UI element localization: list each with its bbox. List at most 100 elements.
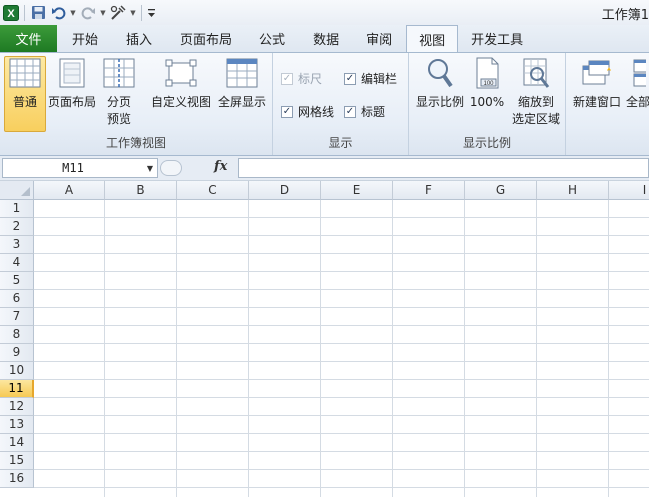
group-workbook-views: 普通 页面布局 分页 预览 自定义视图 全屏显示 工作簿视图 (0, 53, 273, 155)
formula-bar-splitter[interactable] (160, 160, 182, 176)
page-break-label-2: 预览 (106, 112, 131, 126)
zoom-100-icon: 100 (470, 57, 504, 89)
row-header[interactable]: 4 (0, 254, 34, 272)
gridline-horizontal (34, 415, 649, 416)
gridline-horizontal (34, 361, 649, 362)
row-header[interactable]: 9 (0, 344, 34, 362)
custom-views-icon (164, 57, 198, 89)
name-box-dropdown-icon[interactable]: ▼ (143, 164, 157, 173)
column-header[interactable]: C (177, 181, 249, 200)
full-screen-icon (225, 57, 259, 89)
row-header[interactable]: 8 (0, 326, 34, 344)
row-header[interactable]: 13 (0, 416, 34, 434)
name-box[interactable]: M11 ▼ (2, 158, 158, 178)
tab-insert[interactable]: 插入 (112, 25, 166, 52)
gridlines-label: 网格线 (298, 105, 335, 119)
zoom-100-label: 100% (469, 95, 505, 109)
save-icon[interactable] (29, 4, 47, 22)
new-window-button[interactable]: 新建窗口 (571, 57, 623, 111)
ruler-label: 标尺 (298, 72, 323, 86)
gridline-horizontal (34, 289, 649, 290)
column-header[interactable]: D (249, 181, 321, 200)
zoom-to-selection-button[interactable]: 缩放到 选定区域 (509, 57, 563, 128)
zoom-selection-label-2: 选定区域 (511, 112, 560, 126)
group-show: ✓ 标尺 ✓ 编辑栏 ✓ 网格线 ✓ 标题 显示 (273, 53, 409, 155)
excel-logo-icon[interactable]: X (2, 4, 20, 22)
column-header[interactable]: G (465, 181, 537, 200)
gridline-vertical (320, 200, 321, 497)
gridline-vertical (536, 200, 537, 497)
row-header[interactable]: 6 (0, 290, 34, 308)
formula-bar-checkbox[interactable]: ✓ 编辑栏 (344, 70, 397, 87)
row-header[interactable]: 11 (0, 380, 34, 398)
tab-developer[interactable]: 开发工具 (458, 25, 536, 52)
column-header[interactable]: A (34, 181, 105, 200)
zoom-100-button[interactable]: 100 100% (469, 57, 505, 111)
row-header[interactable]: 15 (0, 452, 34, 470)
worksheet-grid[interactable]: A B C D E F G H I 1 2 3 4 5 6 7 8 9 10 11 12 13 14 15 16 (0, 181, 649, 497)
full-screen-button[interactable]: 全屏显示 (215, 57, 269, 111)
redo-dropdown-icon[interactable]: ▼ (99, 4, 107, 22)
gridline-horizontal (34, 451, 649, 452)
row-header[interactable]: 3 (0, 236, 34, 254)
gridline-horizontal (34, 487, 649, 488)
headings-checkbox[interactable]: ✓ 标题 (344, 103, 385, 120)
gridline-vertical (248, 200, 249, 497)
custom-views-button[interactable]: 自定义视图 (150, 57, 212, 111)
quick-access-toolbar: X ▼ ▼ ▼ (0, 0, 156, 25)
group-label-zoom: 显示比例 (462, 136, 511, 150)
tab-formulas[interactable]: 公式 (245, 25, 299, 52)
tab-data[interactable]: 数据 (299, 25, 353, 52)
undo-icon[interactable] (49, 4, 67, 22)
gridlines-checkbox[interactable]: ✓ 网格线 (281, 103, 334, 120)
custom-views-label: 自定义视图 (150, 95, 211, 109)
redo-icon[interactable] (79, 4, 97, 22)
ribbon-tabs: 文件 开始 插入 页面布局 公式 数据 审阅 视图 开发工具 (0, 25, 649, 52)
column-header[interactable]: E (321, 181, 393, 200)
page-layout-label: 页面布局 (47, 95, 96, 109)
tab-review[interactable]: 审阅 (353, 25, 406, 52)
tab-page-layout[interactable]: 页面布局 (166, 25, 245, 52)
insert-function-button[interactable]: fx (214, 159, 236, 177)
window-title: 工作簿1 (601, 8, 649, 23)
column-header[interactable]: H (537, 181, 609, 200)
gridline-vertical (176, 200, 177, 497)
quick-access-menu-icon[interactable] (146, 4, 156, 22)
row-header[interactable]: 12 (0, 398, 34, 416)
tab-file[interactable]: 文件 (0, 25, 57, 52)
ruler-check-icon: ✓ (281, 72, 293, 85)
column-header[interactable]: F (393, 181, 465, 200)
gridline-horizontal (34, 397, 649, 398)
arrange-all-button[interactable]: 全部 (626, 57, 649, 111)
page-layout-icon (55, 57, 89, 89)
arrange-all-label: 全部 (626, 95, 649, 109)
group-zoom: 显示比例 100 100% 缩放到 选定区域 显示比例 (409, 53, 566, 155)
svg-text:X: X (7, 8, 15, 20)
arrange-all-icon (626, 57, 649, 89)
row-header[interactable]: 7 (0, 308, 34, 326)
page-break-preview-button[interactable]: 分页 预览 (100, 57, 138, 128)
normal-view-button[interactable]: 普通 (4, 56, 46, 132)
customize-dropdown-icon[interactable]: ▼ (129, 4, 137, 22)
page-layout-view-button[interactable]: 页面布局 (46, 57, 98, 111)
row-header[interactable]: 14 (0, 434, 34, 452)
zoom-button[interactable]: 显示比例 (414, 57, 466, 111)
group-label-workbook-views: 工作簿视图 (105, 136, 166, 150)
gridline-vertical (392, 200, 393, 497)
tab-home[interactable]: 开始 (57, 25, 112, 52)
row-header[interactable]: 10 (0, 362, 34, 380)
column-header[interactable]: B (105, 181, 177, 200)
row-header[interactable]: 1 (0, 200, 34, 218)
formula-input[interactable] (238, 158, 649, 178)
row-header[interactable]: 16 (0, 470, 34, 488)
column-header[interactable]: I (609, 181, 649, 200)
row-header[interactable]: 5 (0, 272, 34, 290)
ruler-checkbox[interactable]: ✓ 标尺 (281, 70, 322, 87)
customize-tools-icon[interactable] (109, 4, 127, 22)
undo-dropdown-icon[interactable]: ▼ (69, 4, 77, 22)
select-all-corner[interactable] (0, 181, 34, 200)
row-header[interactable]: 2 (0, 218, 34, 236)
gridline-horizontal (34, 469, 649, 470)
name-box-value: M11 (62, 161, 84, 175)
tab-view[interactable]: 视图 (406, 25, 459, 52)
